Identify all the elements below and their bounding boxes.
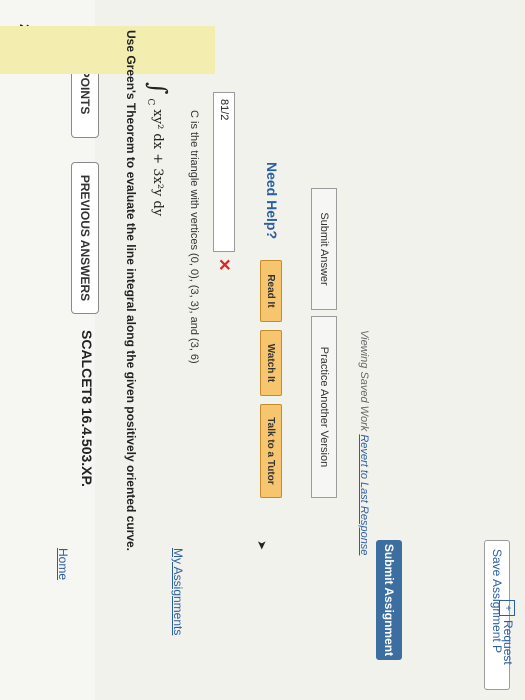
read-it-button[interactable]: Read It [260, 260, 282, 322]
viewing-saved-text: Viewing Saved Work [358, 330, 370, 432]
practice-another-version-button[interactable]: Practice Another Version [311, 316, 337, 498]
my-assignments-link[interactable]: My Assignments [171, 548, 185, 635]
problem-id: SCALCET8 16.4.503.XP. [79, 330, 95, 487]
cursor-arrow-icon: ➤ [255, 540, 269, 551]
integral-sign: ∫ [144, 82, 172, 95]
submit-answer-button[interactable]: Submit Answer [311, 188, 337, 310]
plus-box-icon: + [499, 600, 515, 616]
saved-work-notice: Viewing Saved Work Revert to Last Respon… [358, 330, 370, 555]
line-integral: ∫ C xy² dx + 3x²y dy [144, 82, 172, 217]
request-link[interactable]: Request [501, 620, 515, 665]
answer-highlight-bar [0, 26, 215, 74]
home-link[interactable]: Home [56, 548, 70, 580]
integral-subscript: C [145, 98, 155, 106]
problem-instruction: Use Green's Theorem to evaluate the line… [124, 30, 138, 551]
revert-link[interactable]: Revert to Last Response [358, 434, 370, 555]
talk-to-tutor-button[interactable]: Talk to a Tutor [260, 404, 282, 498]
need-help-label: Need Help? [264, 162, 280, 240]
watch-it-button[interactable]: Watch It [260, 330, 282, 396]
previous-answers-button[interactable]: PREVIOUS ANSWERS [71, 162, 99, 314]
curve-condition: C is the triangle with vertices (0, 0), … [188, 110, 200, 364]
incorrect-mark-icon: ✕ [215, 258, 232, 272]
answer-input[interactable]: 81/2 [213, 92, 235, 252]
integrand: xy² dx + 3x²y dy [150, 109, 166, 217]
assignment-page: 2. 0/3 POINTS PREVIOUS ANSWERS SCALCET8 … [0, 0, 525, 700]
submit-assignment-button[interactable]: Submit Assignment [376, 540, 402, 660]
